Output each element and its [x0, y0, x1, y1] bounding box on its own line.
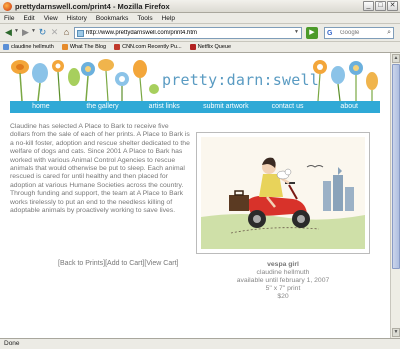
forward-dropdown-icon[interactable]: ▼: [31, 28, 36, 34]
window-controls: _ □ ✕: [363, 1, 398, 11]
go-button[interactable]: ▶: [306, 27, 318, 39]
menu-view[interactable]: View: [44, 13, 58, 23]
maximize-icon[interactable]: □: [375, 1, 386, 11]
vespa-girl-artwork[interactable]: [201, 137, 365, 249]
nav-the-gallery[interactable]: the gallery: [72, 101, 134, 113]
nav-about[interactable]: about: [318, 101, 380, 113]
menu-bar: File Edit View History Bookmarks Tools H…: [0, 13, 400, 24]
search-input[interactable]: [340, 28, 384, 38]
window-title: prettydarnswell.com/print4 - Mozilla Fir…: [15, 2, 170, 11]
bookmark-label: What The Blog: [69, 43, 107, 50]
bookmarks-toolbar: claudine hellmuth What The Blog CNN.com …: [0, 42, 400, 53]
print-artist: claudine hellmuth: [256, 269, 310, 276]
bookmark-label: Netflix Queue: [197, 43, 232, 50]
site-nav: home the gallery artist links submit art…: [10, 101, 380, 113]
bookmark-icon: [61, 44, 68, 50]
reload-icon[interactable]: ↻: [37, 27, 48, 38]
print-availability: available until february 1, 2007: [236, 277, 330, 284]
bookmark-label: claudine hellmuth: [11, 43, 54, 50]
print-links: [Back to Prints][Add to Cart][View Cart]: [58, 260, 178, 267]
close-icon[interactable]: ✕: [387, 1, 398, 11]
url-dropdown-icon[interactable]: ▼: [294, 29, 299, 35]
menu-history[interactable]: History: [67, 13, 87, 23]
search-box[interactable]: G ⌕: [324, 27, 394, 39]
forward-arrow-icon[interactable]: ▶: [20, 27, 31, 38]
back-to-prints-link[interactable]: [Back to Prints]: [58, 260, 105, 267]
stop-icon[interactable]: ✕: [49, 27, 60, 38]
bookmark-what-the-blog[interactable]: What The Blog: [61, 42, 107, 52]
artwork-frame: [196, 132, 370, 254]
bookmark-cnn[interactable]: CNN.com Recently Pu...: [114, 42, 182, 52]
scrollbar-thumb[interactable]: [392, 64, 400, 269]
window-titlebar: prettydarnswell.com/print4 - Mozilla Fir…: [0, 0, 400, 13]
back-dropdown-icon[interactable]: ▼: [14, 28, 19, 34]
bookmark-icon: [114, 44, 121, 50]
charity-description: Claudine has selected A Place to Bark to…: [10, 123, 190, 215]
add-to-cart-link[interactable]: [Add to Cart]: [105, 260, 144, 267]
menu-tools[interactable]: Tools: [137, 13, 152, 23]
firefox-icon: [3, 2, 12, 11]
status-text: Done: [4, 340, 20, 347]
bookmark-netflix-queue[interactable]: Netflix Queue: [189, 42, 232, 52]
bookmark-icon: [3, 44, 9, 50]
url-input[interactable]: [86, 28, 291, 38]
view-cart-link[interactable]: [View Cart]: [144, 260, 178, 267]
scroll-up-icon[interactable]: ▲: [392, 54, 400, 63]
address-bar[interactable]: ▼: [74, 27, 302, 39]
status-bar: Done: [0, 338, 400, 349]
bookmark-icon: [189, 44, 196, 50]
nav-submit-artwork[interactable]: submit artwork: [195, 101, 257, 113]
page-favicon-icon: [77, 30, 84, 37]
bookmark-claudine-hellmuth[interactable]: claudine hellmuth: [3, 42, 54, 52]
nav-artist-links[interactable]: artist links: [133, 101, 195, 113]
page-viewport[interactable]: pretty:darn:swell home the gallery artis…: [0, 53, 390, 338]
print-title: vespa girl: [267, 261, 299, 268]
back-arrow-icon[interactable]: ◀: [3, 27, 14, 38]
menu-help[interactable]: Help: [162, 13, 175, 23]
site-title[interactable]: pretty:darn:swell: [162, 71, 319, 89]
scroll-down-icon[interactable]: ▼: [392, 328, 400, 337]
vertical-scrollbar[interactable]: ▲ ▼: [390, 53, 400, 338]
menu-file[interactable]: File: [4, 13, 14, 23]
minimize-icon[interactable]: _: [363, 1, 374, 11]
menu-bookmarks[interactable]: Bookmarks: [96, 13, 129, 23]
search-icon[interactable]: ⌕: [387, 29, 391, 37]
nav-contact-us[interactable]: contact us: [257, 101, 319, 113]
bookmark-label: CNN.com Recently Pu...: [122, 43, 182, 50]
nav-home[interactable]: home: [10, 101, 72, 113]
google-icon[interactable]: G: [327, 29, 339, 38]
print-price: $20: [277, 293, 289, 300]
home-icon[interactable]: ⌂: [61, 27, 72, 38]
print-size: 5" x 7" print: [265, 285, 301, 292]
print-caption: vespa girl claudine hellmuth available u…: [196, 261, 370, 301]
navigation-toolbar: ◀ ▼ ▶ ▼ ↻ ✕ ⌂ ▼ ▶ G ⌕: [0, 24, 400, 42]
menu-edit[interactable]: Edit: [23, 13, 34, 23]
site-banner: pretty:darn:swell: [10, 59, 380, 101]
